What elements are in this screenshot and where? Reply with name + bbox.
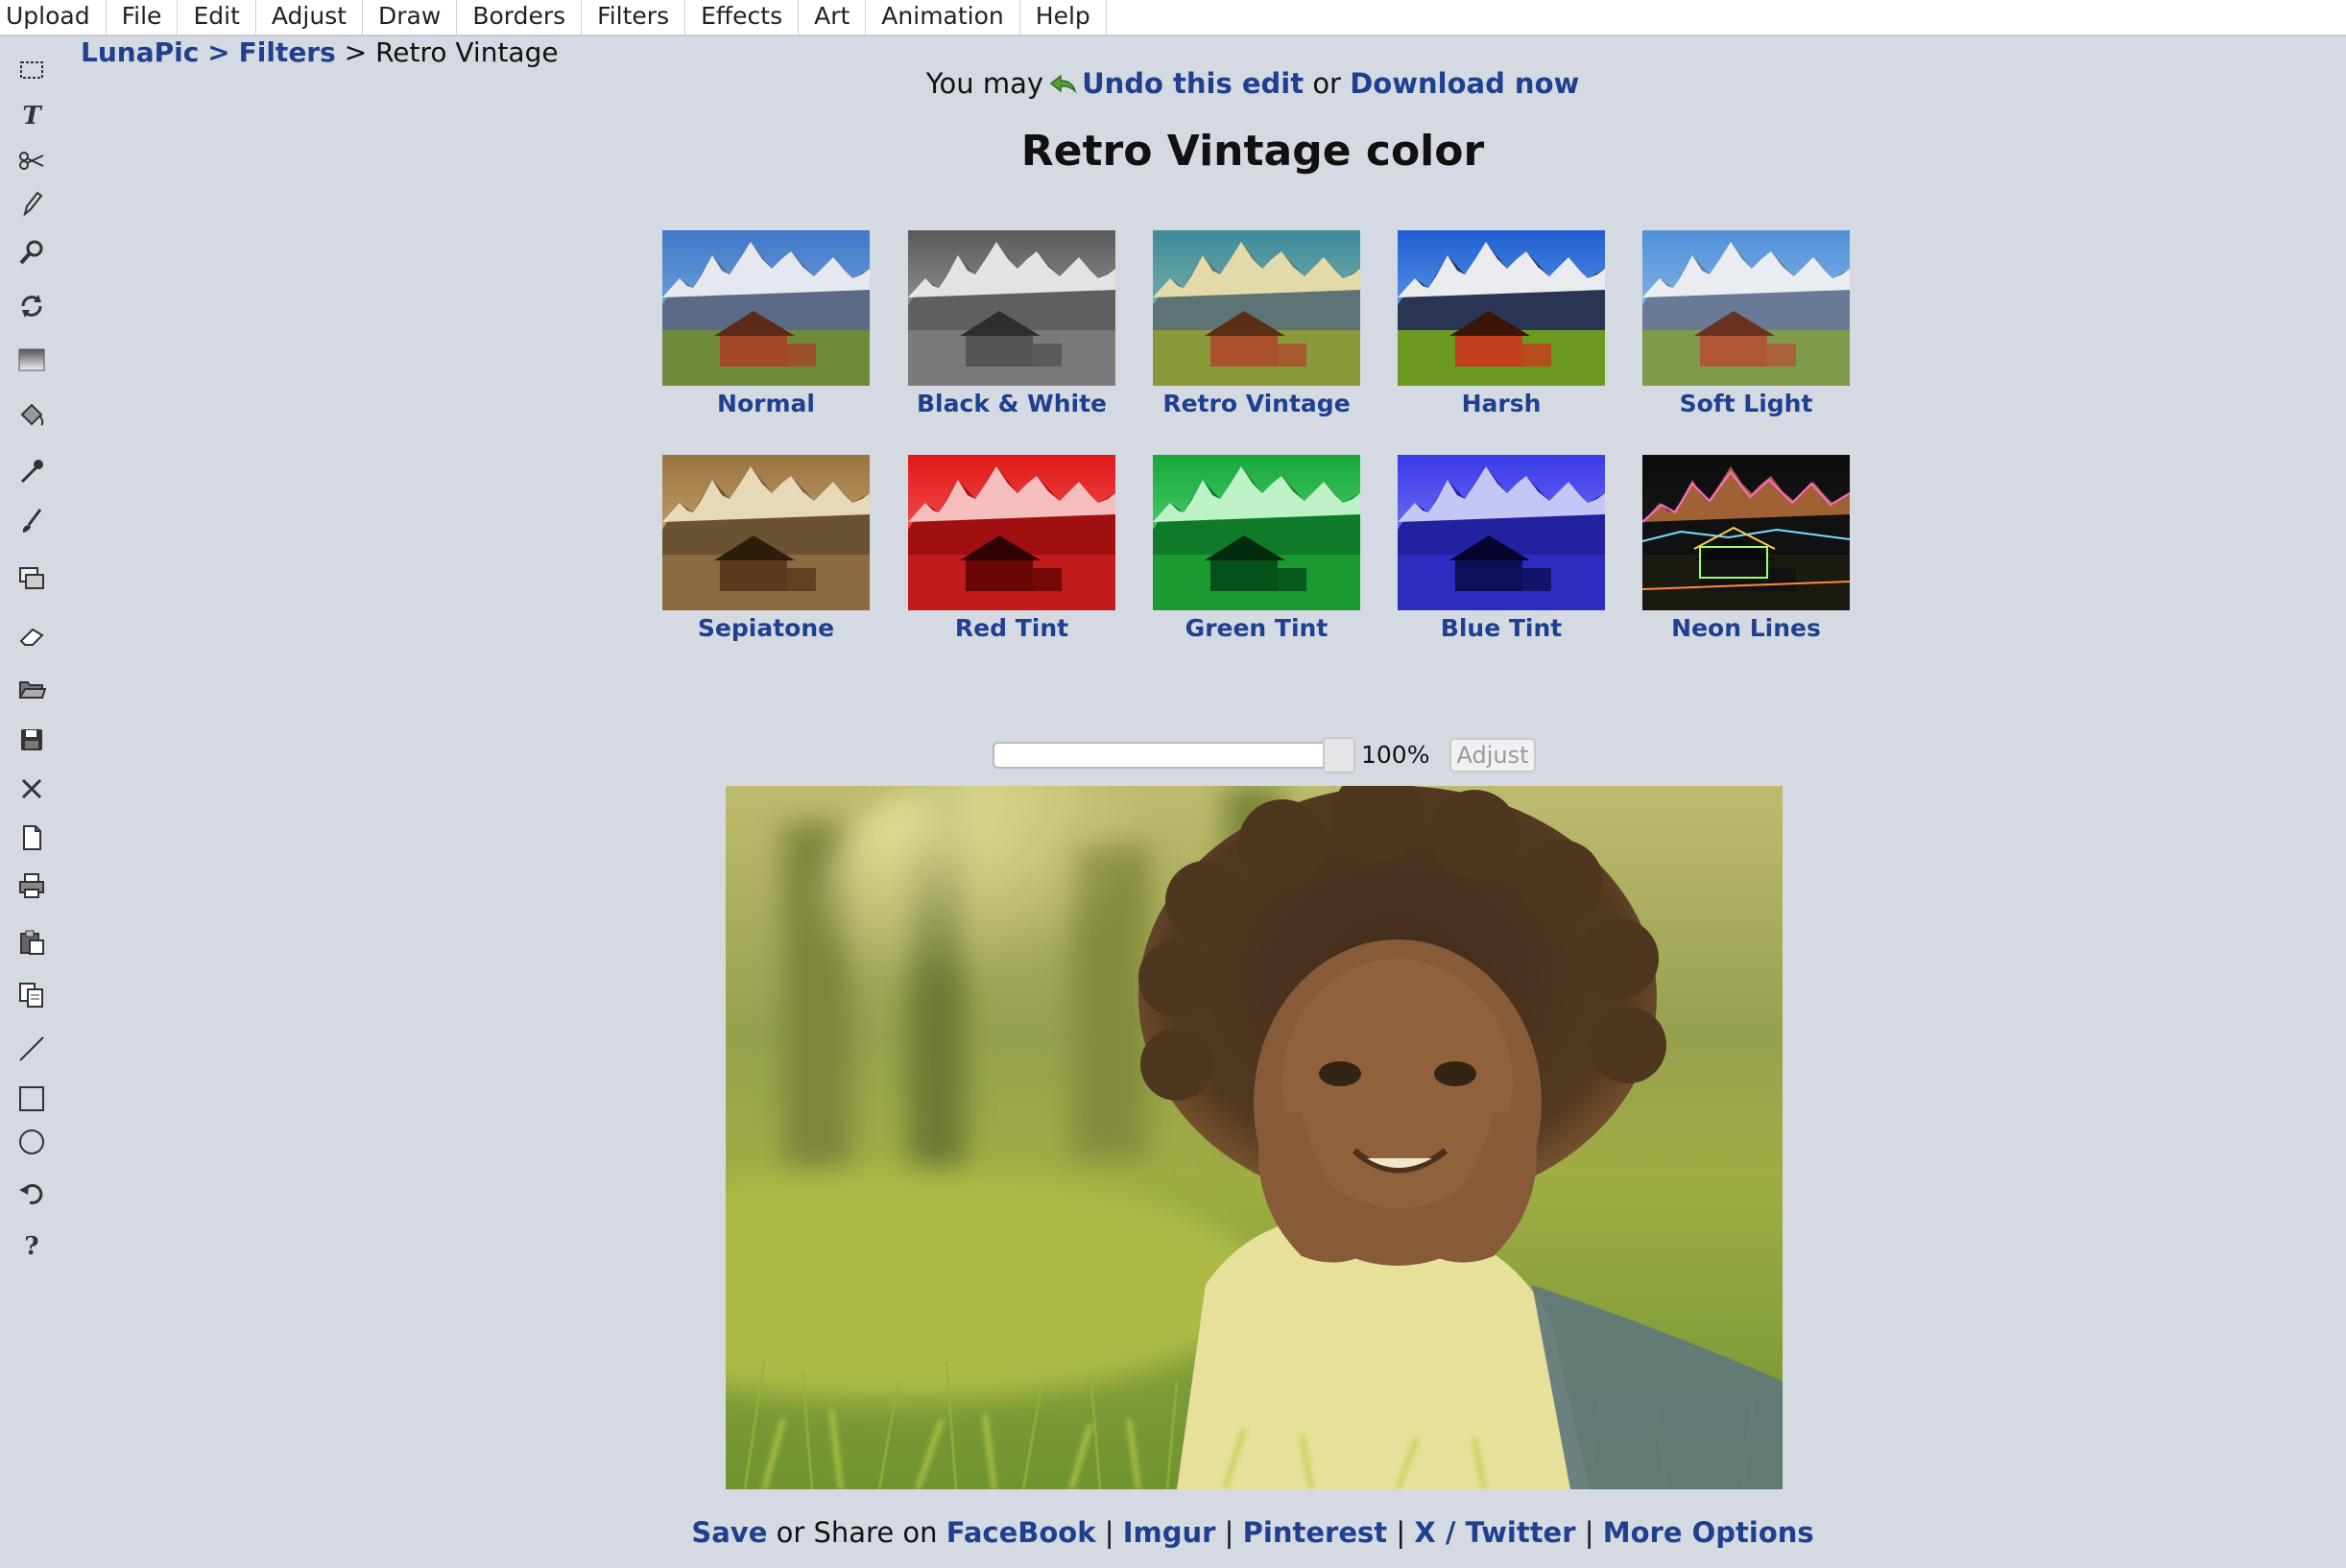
menu-filters[interactable]: Filters xyxy=(582,0,686,35)
paint-bucket-icon[interactable] xyxy=(15,399,48,432)
paste-icon[interactable] xyxy=(15,926,48,959)
menu-draw[interactable]: Draw xyxy=(363,0,458,35)
text-tool-icon[interactable]: T xyxy=(15,98,48,131)
menu-upload[interactable]: Upload xyxy=(0,0,107,35)
filter-option-bw[interactable]: Black & White xyxy=(908,230,1115,417)
undo-or-text: or xyxy=(1312,67,1341,100)
edited-photo xyxy=(726,786,1783,1489)
filter-thumbnail-image[interactable] xyxy=(1642,230,1850,386)
breadcrumb-separator: > xyxy=(207,36,230,68)
open-folder-icon[interactable] xyxy=(15,672,48,704)
menu-art[interactable]: Art xyxy=(799,0,867,35)
intensity-slider-handle[interactable] xyxy=(1323,737,1355,773)
pencil-icon[interactable] xyxy=(15,187,48,220)
share-separator: | xyxy=(1224,1516,1234,1549)
save-link[interactable]: Save xyxy=(691,1516,767,1549)
line-tool-icon[interactable] xyxy=(15,1033,48,1065)
gradient-icon[interactable] xyxy=(15,344,48,376)
more-options-link[interactable]: More Options xyxy=(1603,1516,1814,1549)
filter-thumbnail-image[interactable] xyxy=(1398,455,1605,610)
breadcrumb: LunaPic > Filters > Retro Vintage xyxy=(81,36,559,68)
filter-option-neon[interactable]: Neon Lines xyxy=(1642,455,1850,642)
filter-option-normal[interactable]: Normal xyxy=(662,230,870,417)
intensity-value: 100% xyxy=(1361,741,1430,769)
filter-thumbnail-image[interactable] xyxy=(908,230,1115,386)
undo-edit-link[interactable]: Undo this edit xyxy=(1082,67,1304,100)
filter-thumbnail-image[interactable] xyxy=(662,455,870,610)
filter-option-soft[interactable]: Soft Light xyxy=(1642,230,1850,417)
filter-thumbnail-image[interactable] xyxy=(662,230,870,386)
menu-bar: Upload File Edit Adjust Draw Borders Fil… xyxy=(0,0,2346,36)
eraser-icon[interactable] xyxy=(15,620,48,653)
menu-effects[interactable]: Effects xyxy=(685,0,800,35)
printer-icon[interactable] xyxy=(15,869,48,902)
magnifier-icon[interactable] xyxy=(15,236,48,269)
tool-sidebar: T ? xyxy=(0,36,61,1284)
filter-label[interactable]: Retro Vintage xyxy=(1153,390,1360,417)
share-imgur-link[interactable]: Imgur xyxy=(1123,1516,1216,1549)
filter-label[interactable]: Neon Lines xyxy=(1642,614,1850,642)
svg-text:T: T xyxy=(22,102,42,129)
adjust-button[interactable]: Adjust xyxy=(1449,738,1536,772)
undo-prefix-text: You may xyxy=(925,67,1044,100)
share-line: Save or Share on FaceBook | Imgur | Pint… xyxy=(0,1516,2346,1549)
intensity-slider-track[interactable] xyxy=(993,742,1353,769)
filter-thumbnail-image[interactable] xyxy=(1153,230,1360,386)
svg-text:?: ? xyxy=(24,1232,38,1258)
undo-download-line: You may Undo this edit or Download now xyxy=(0,67,2346,100)
filter-option-harsh[interactable]: Harsh xyxy=(1398,230,1605,417)
share-on-text: or Share on xyxy=(776,1516,938,1549)
menu-animation[interactable]: Animation xyxy=(866,0,1020,35)
menu-borders[interactable]: Borders xyxy=(457,0,583,35)
close-x-icon[interactable] xyxy=(15,772,48,805)
filter-label[interactable]: Blue Tint xyxy=(1398,614,1605,642)
save-disk-icon[interactable] xyxy=(15,724,48,756)
filter-option-retro[interactable]: Retro Vintage xyxy=(1153,230,1360,417)
breadcrumb-lunapic-link[interactable]: LunaPic xyxy=(81,36,199,68)
copy-icon[interactable] xyxy=(15,979,48,1011)
filter-option-sepia[interactable]: Sepiatone xyxy=(662,455,870,642)
new-document-icon[interactable] xyxy=(15,821,48,854)
undo-arrow-icon[interactable] xyxy=(15,1176,48,1209)
filter-label[interactable]: Green Tint xyxy=(1153,614,1360,642)
layers-icon[interactable] xyxy=(15,562,48,595)
filter-label[interactable]: Sepiatone xyxy=(662,614,870,642)
filter-thumbnail-image[interactable] xyxy=(1642,455,1850,610)
share-separator: | xyxy=(1584,1516,1594,1549)
rotate-icon[interactable] xyxy=(15,290,48,322)
eyedropper-icon[interactable] xyxy=(15,455,48,487)
menu-edit[interactable]: Edit xyxy=(178,0,256,35)
breadcrumb-filters-link[interactable]: Filters xyxy=(239,36,336,68)
filter-label[interactable]: Harsh xyxy=(1398,390,1605,417)
filter-option-blue[interactable]: Blue Tint xyxy=(1398,455,1605,642)
breadcrumb-separator: > xyxy=(344,36,368,68)
share-separator: | xyxy=(1396,1516,1406,1549)
share-separator: | xyxy=(1104,1516,1114,1549)
menu-help[interactable]: Help xyxy=(1020,0,1107,35)
brush-icon[interactable] xyxy=(15,505,48,537)
share-twitter-link[interactable]: X / Twitter xyxy=(1414,1516,1575,1549)
filter-label[interactable]: Black & White xyxy=(908,390,1115,417)
help-question-icon[interactable]: ? xyxy=(15,1227,48,1260)
undo-back-arrow-icon[interactable] xyxy=(1049,74,1078,95)
circle-tool-icon[interactable] xyxy=(15,1126,48,1158)
filter-label[interactable]: Soft Light xyxy=(1642,390,1850,417)
menu-adjust[interactable]: Adjust xyxy=(256,0,364,35)
page-title: Retro Vintage color xyxy=(1020,127,1485,176)
filter-option-green[interactable]: Green Tint xyxy=(1153,455,1360,642)
download-now-link[interactable]: Download now xyxy=(1350,67,1579,100)
filter-label[interactable]: Red Tint xyxy=(908,614,1115,642)
filter-thumbnail-image[interactable] xyxy=(1153,455,1360,610)
share-pinterest-link[interactable]: Pinterest xyxy=(1243,1516,1387,1549)
filter-label[interactable]: Normal xyxy=(662,390,870,417)
breadcrumb-current: Retro Vintage xyxy=(375,36,559,68)
menu-file[interactable]: File xyxy=(107,0,179,35)
share-facebook-link[interactable]: FaceBook xyxy=(946,1516,1096,1549)
filter-thumbnail-image[interactable] xyxy=(1398,230,1605,386)
rectangle-tool-icon[interactable] xyxy=(15,1082,48,1115)
filter-option-red[interactable]: Red Tint xyxy=(908,455,1115,642)
filter-thumbnail-image[interactable] xyxy=(908,455,1115,610)
